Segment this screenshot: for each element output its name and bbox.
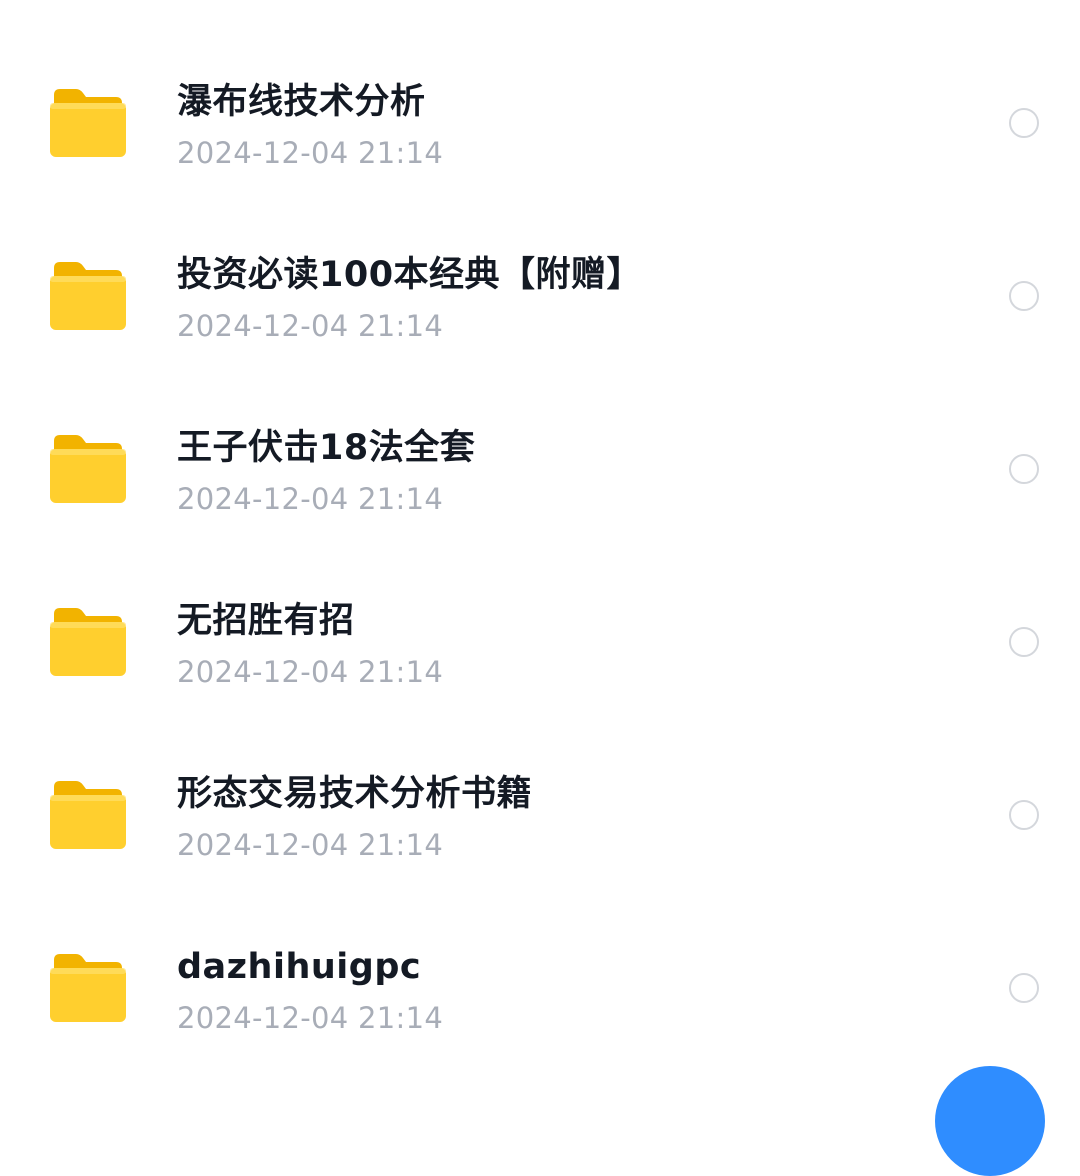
file-name: 瀑布线技术分析 — [177, 82, 426, 122]
folder-icon — [50, 781, 126, 849]
list-item[interactable]: 投资必读100本经典【附赠】 2024-12-04 21:14 — [0, 173, 1080, 346]
file-name: 王子伏击18法全套 — [177, 428, 476, 468]
list-item[interactable]: 形态交易技术分析书籍 2024-12-04 21:14 — [0, 692, 1080, 865]
radio-circle-icon[interactable] — [1009, 454, 1039, 484]
radio-circle-icon[interactable] — [1009, 627, 1039, 657]
file-name: 无招胜有招 — [177, 601, 355, 641]
folder-icon — [50, 89, 126, 157]
file-name: 形态交易技术分析书籍 — [177, 774, 533, 814]
file-name: 投资必读100本经典【附赠】 — [177, 255, 643, 295]
list-item[interactable]: 王子伏击18法全套 2024-12-04 21:14 — [0, 346, 1080, 519]
folder-icon — [50, 608, 126, 676]
list-item[interactable]: 瀑布线技术分析 2024-12-04 21:14 — [0, 0, 1080, 173]
file-name: dazhihuigpc — [177, 947, 422, 987]
file-date: 2024-12-04 21:14 — [177, 309, 444, 343]
radio-circle-icon[interactable] — [1009, 800, 1039, 830]
radio-circle-icon[interactable] — [1009, 973, 1039, 1003]
radio-circle-icon[interactable] — [1009, 281, 1039, 311]
list-item[interactable]: 无招胜有招 2024-12-04 21:14 — [0, 519, 1080, 692]
file-list: 瀑布线技术分析 2024-12-04 21:14 投资必读100本经典【附赠】 … — [0, 0, 1080, 1080]
folder-icon — [50, 262, 126, 330]
folder-icon — [50, 435, 126, 503]
floating-action-button[interactable] — [935, 1066, 1045, 1176]
file-date: 2024-12-04 21:14 — [177, 655, 444, 689]
file-date: 2024-12-04 21:14 — [177, 482, 444, 516]
file-date: 2024-12-04 21:14 — [177, 136, 444, 170]
radio-circle-icon[interactable] — [1009, 108, 1039, 138]
file-date: 2024-12-04 21:14 — [177, 828, 444, 862]
file-date: 2024-12-04 21:14 — [177, 1001, 444, 1035]
list-item[interactable]: dazhihuigpc 2024-12-04 21:14 — [0, 865, 1080, 1038]
folder-icon — [50, 954, 126, 1022]
